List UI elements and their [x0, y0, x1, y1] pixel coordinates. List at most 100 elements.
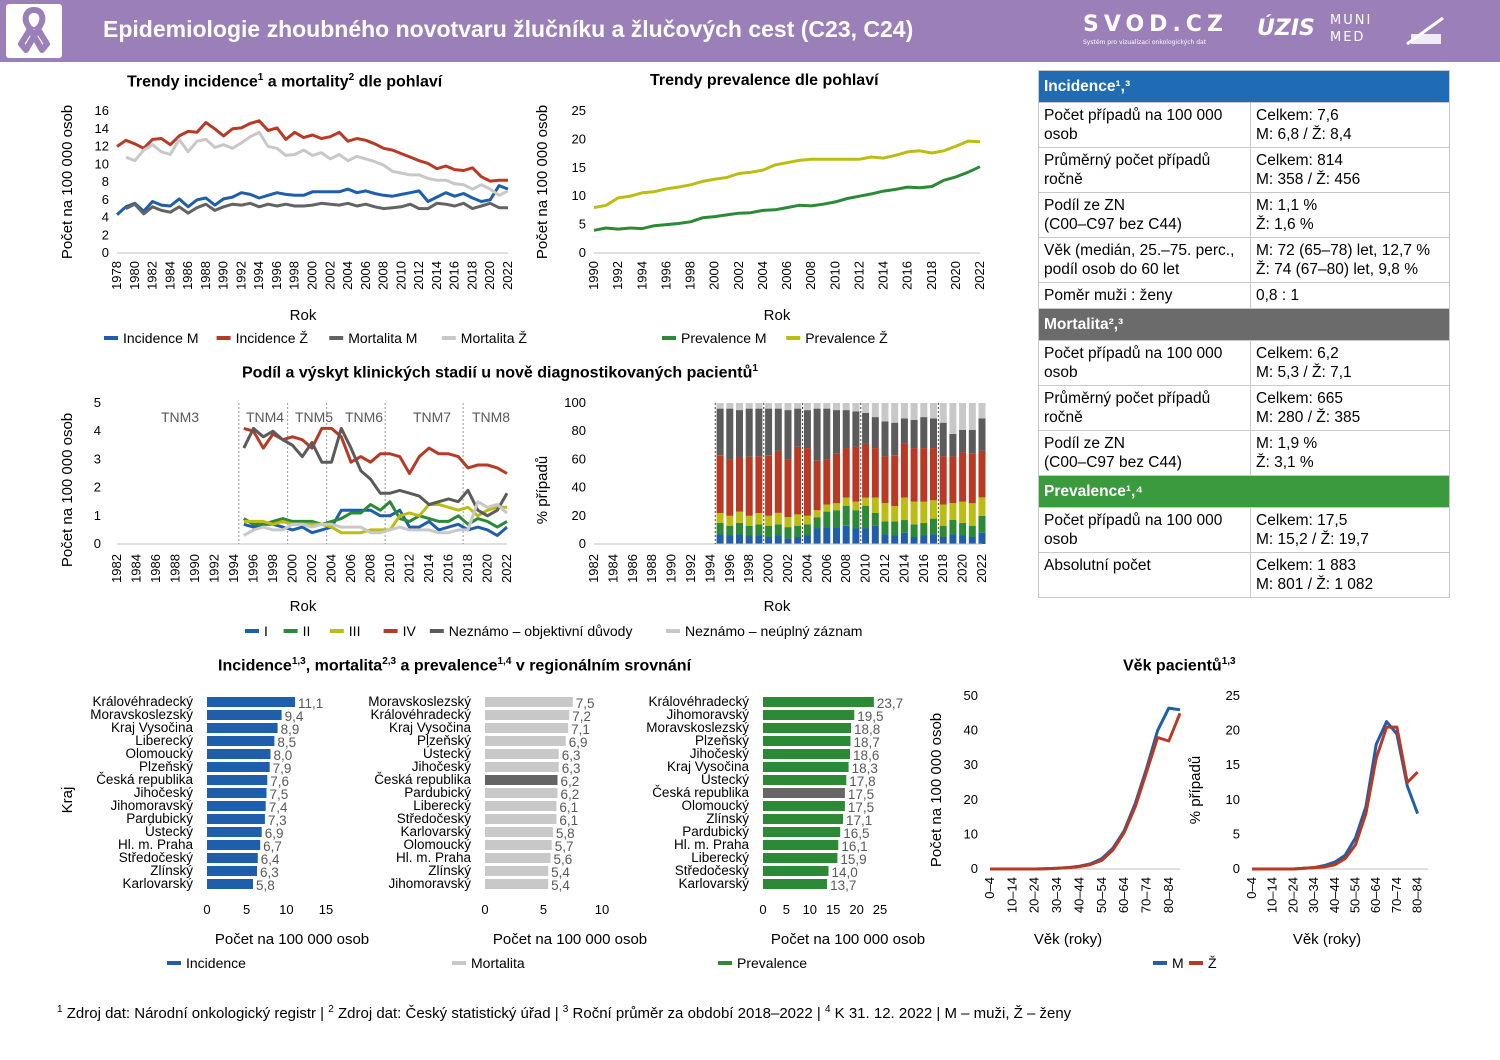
stage-bar-segment — [745, 408, 753, 457]
x-axis-label: Věk (roky) — [1034, 931, 1102, 948]
y-tick-label: 20 — [572, 131, 586, 146]
stage-bar-segment — [881, 403, 889, 422]
x-tick-label: 2006 — [343, 554, 358, 583]
tnm-label: TNM4 — [246, 409, 284, 425]
x-tick-label: 25 — [873, 902, 887, 917]
x-tick-label: 1984 — [605, 554, 620, 583]
x-tick-label: 2002 — [322, 261, 337, 290]
legend-label: Incidence Ž — [236, 330, 309, 346]
x-tick-label: 2014 — [429, 261, 444, 290]
stage-bar-segment — [784, 517, 792, 528]
stage-bar-segment — [852, 411, 860, 447]
x-tick-label: 2020 — [480, 554, 495, 583]
stage-bar-segment — [794, 514, 802, 526]
x-tick-label: 1988 — [644, 554, 659, 583]
stage-bar-segment — [745, 515, 753, 526]
region-label: Karlovarský — [678, 876, 749, 891]
x-tick-label: 10 — [279, 902, 293, 917]
stage-bar-segment — [852, 510, 860, 529]
stage-bar-segment — [755, 456, 763, 513]
stage-bar-segment — [803, 403, 811, 411]
y-tick-label: 2 — [94, 480, 101, 495]
x-tick-label: 2008 — [376, 261, 391, 290]
x-tick-label: 5 — [243, 902, 250, 917]
region-bar — [485, 736, 566, 746]
stage-bar-segment — [716, 455, 724, 513]
stage-bar-segment — [842, 410, 850, 449]
x-tick-label: 1992 — [233, 261, 248, 290]
x-tick-label: 2020 — [955, 554, 970, 583]
region-bar — [485, 801, 557, 811]
x-tick-label: 60–64 — [1368, 877, 1383, 913]
panel-row: Počet případů na 100 000 osob Celkem: 7,6… — [1038, 102, 1450, 148]
x-tick-label: 10 — [803, 902, 817, 917]
panel-row: Průměrný počet případů ročně Celkem: 814 … — [1038, 147, 1450, 193]
tnm-label: TNM8 — [472, 409, 510, 425]
y-axis-label: Kraj — [59, 787, 76, 814]
y-tick-label: 40 — [572, 480, 586, 495]
stage-bar-segment — [910, 448, 918, 502]
region-bar — [763, 697, 874, 707]
stage-bar-segment — [745, 535, 753, 544]
panel-row-label: Počet případů na 100 000 osob — [1038, 507, 1251, 553]
x-tick-label: 80–84 — [1410, 877, 1425, 913]
region-bar — [207, 749, 271, 759]
x-tick-label: 30–34 — [1306, 877, 1321, 913]
stage-bar-segment — [716, 403, 724, 409]
stage-bar-segment — [852, 501, 860, 511]
stage-bar-segment — [716, 522, 724, 535]
region-bar — [207, 801, 266, 811]
panel-row-value: M: 1,9 % Ž: 3,1 % — [1250, 430, 1450, 476]
stage-line-4 — [242, 426, 509, 518]
region-bar — [207, 762, 270, 772]
x-axis-label: Počet na 100 000 osob — [215, 931, 369, 948]
region-bar — [763, 827, 841, 837]
panel-row-label: Poměr muži : ženy — [1038, 282, 1251, 309]
x-tick-label: 0–4 — [982, 877, 997, 899]
legend-label: Mortalita M — [348, 330, 417, 346]
stage-bar-segment — [862, 505, 870, 529]
stage-bar-segment — [784, 527, 792, 539]
x-axis-label: Rok — [764, 598, 791, 615]
stage-bar-segment — [765, 403, 773, 409]
region-bar — [763, 723, 851, 733]
stage-bar-segment — [939, 403, 947, 423]
y-tick-label: 4 — [102, 210, 109, 225]
x-tick-label: 1984 — [129, 554, 144, 583]
stage-bar-segment — [803, 524, 811, 536]
region-bar — [207, 879, 253, 889]
x-tick-label: 0 — [481, 902, 488, 917]
region-bar — [763, 801, 845, 811]
stage-bar-segment — [891, 403, 899, 423]
stage-bar-segment — [755, 513, 763, 525]
stage-bar-segment — [745, 403, 753, 409]
legend-label: Mortalita Ž — [461, 330, 528, 346]
x-tick-label: 2018 — [460, 554, 475, 583]
x-tick-label: 2000 — [285, 554, 300, 583]
x-tick-label: 80–84 — [1161, 877, 1176, 913]
stage-bar-segment — [949, 503, 957, 520]
stage-bar-segment — [794, 446, 802, 515]
stage-bar-segment — [784, 538, 792, 544]
stage-bar-segment — [774, 535, 782, 544]
region-bar — [485, 710, 570, 720]
stage-bar-segment — [900, 418, 908, 444]
legend-label: Prevalence M — [681, 330, 767, 346]
stage-bar-segment — [784, 459, 792, 518]
stage-bar-segment — [813, 517, 821, 529]
y-tick-label: 25 — [572, 103, 586, 118]
region-bar — [763, 736, 851, 746]
stage-bar-segment — [978, 497, 986, 516]
region-bar — [763, 840, 839, 850]
stage-bar-segment — [823, 408, 831, 460]
panel-row: Věk (medián, 25.–75. perc., podíl osob d… — [1038, 237, 1450, 283]
stage-bar-segment — [959, 429, 967, 453]
y-tick-label: 6 — [102, 192, 109, 207]
panel-row: Podíl ze ZN (C00–C97 bez C44) M: 1,9 % Ž:… — [1038, 430, 1450, 476]
stage-bar-segment — [794, 408, 802, 447]
region-value-label: 5,8 — [256, 878, 275, 893]
x-tick-label: 2016 — [916, 554, 931, 583]
region-bar — [763, 879, 828, 889]
x-tick-label: 1990 — [664, 554, 679, 583]
stage-bar-segment — [736, 410, 743, 458]
